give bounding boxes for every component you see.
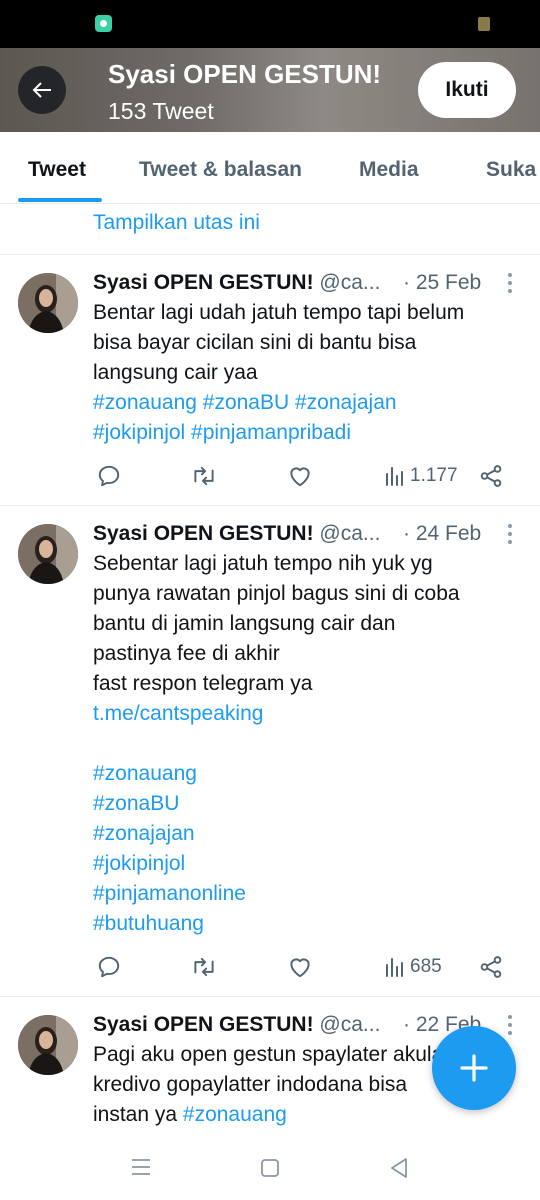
tweet-text-line: punya rawatan pinjol bagus sini di coba — [93, 582, 460, 605]
tweet-date[interactable]: · 24 Feb — [403, 522, 481, 546]
hashtag-link[interactable]: #butuhuang — [93, 909, 523, 939]
retweet-icon — [194, 466, 214, 486]
battery-icon — [478, 17, 490, 31]
tweet-text-line: fast respon telegram ya — [93, 672, 313, 695]
plus-icon — [460, 1054, 488, 1082]
views-icon — [386, 467, 403, 486]
avatar-photo — [18, 1015, 78, 1075]
back-button[interactable] — [18, 66, 66, 114]
retweet-button[interactable] — [190, 462, 218, 490]
views-stat[interactable]: 1.177 — [384, 462, 458, 490]
tweet-text: Bentar lagi udah jatuh tempo tapi belum … — [93, 298, 523, 448]
reply-button[interactable] — [96, 953, 122, 981]
author-name[interactable]: Syasi OPEN GESTUN! — [93, 1013, 314, 1036]
status-bar — [0, 0, 540, 48]
tweet-text-fragment: instan ya — [93, 1103, 183, 1126]
tweet-text: Sebentar lagi jatuh tempo nih yuk yg pun… — [93, 549, 523, 939]
profile-tabs: Tweet Tweet & balasan Media Suka — [0, 132, 540, 204]
hashtag-link[interactable]: #jokipinjol — [93, 849, 523, 879]
avatar[interactable] — [18, 524, 78, 584]
recents-icon[interactable] — [131, 1158, 151, 1176]
author-handle[interactable]: @ca... — [319, 522, 380, 545]
hashtag-link[interactable]: #pinjamanonline — [93, 879, 523, 909]
tweet-text-line: bantu di jamin langsung cair dan — [93, 612, 396, 635]
home-icon[interactable] — [260, 1158, 280, 1178]
follow-button[interactable]: Ikuti — [418, 62, 516, 118]
tweet-actions: 685 — [0, 953, 540, 983]
reply-icon — [98, 465, 120, 487]
retweet-icon — [194, 957, 214, 977]
system-nav-bar — [0, 1140, 540, 1200]
tweet-text-line: bisa bayar cicilan sini di bantu bisa — [93, 331, 417, 354]
profile-header: Syasi OPEN GESTUN! 153 Tweet Ikuti — [0, 48, 540, 132]
heart-icon — [290, 958, 310, 978]
like-button[interactable] — [287, 462, 313, 490]
reply-icon — [98, 956, 120, 978]
share-icon — [480, 956, 502, 978]
tab-tweet-and-replies[interactable]: Tweet & balasan — [139, 158, 302, 182]
tweet-header: Syasi OPEN GESTUN! @ca... · 25 Feb — [93, 271, 481, 295]
share-icon — [480, 465, 502, 487]
like-button[interactable] — [287, 953, 313, 981]
tab-likes[interactable]: Suka — [486, 158, 536, 182]
avatar[interactable] — [18, 1015, 78, 1075]
tweet-count: 153 Tweet — [108, 98, 214, 124]
tweet-text-line: Sebentar lagi jatuh tempo nih yuk yg — [93, 552, 433, 575]
active-tab-indicator — [18, 198, 102, 202]
hashtag-line[interactable]: #jokipinjol #pinjamanpribadi — [93, 418, 523, 448]
telegram-link[interactable]: t.me/cantspeaking — [93, 699, 523, 729]
hashtag-link[interactable]: #zonauang — [183, 1103, 287, 1126]
divider — [0, 996, 540, 997]
share-button[interactable] — [478, 953, 504, 981]
hashtag-link[interactable]: #zonaBU — [93, 789, 523, 819]
tweet-text-line: Bentar lagi udah jatuh tempo tapi belum — [93, 301, 465, 324]
hashtag-line[interactable]: #zonauang #zonaBU #zonajajan — [93, 388, 523, 418]
profile-name: Syasi OPEN GESTUN! — [108, 59, 382, 89]
hashtag-link[interactable]: #zonajajan — [93, 819, 523, 849]
hashtag-link[interactable]: #zonauang — [93, 759, 523, 789]
avatar-photo — [18, 524, 78, 584]
tweet-header: Syasi OPEN GESTUN! @ca... · 22 Feb — [93, 1013, 481, 1037]
arrow-left-icon — [32, 82, 51, 98]
show-thread-link[interactable]: Tampilkan utas ini — [93, 211, 260, 235]
notification-app-icon — [95, 15, 112, 32]
avatar[interactable] — [18, 273, 78, 333]
divider — [0, 254, 540, 255]
views-icon — [386, 958, 403, 977]
system-back-icon[interactable] — [389, 1157, 409, 1179]
tweet-date[interactable]: · 25 Feb — [403, 271, 481, 295]
tweet-text-line: langsung cair yaa — [93, 361, 258, 384]
author-name[interactable]: Syasi OPEN GESTUN! — [93, 271, 314, 294]
author-handle[interactable]: @ca... — [319, 1013, 380, 1036]
tab-media[interactable]: Media — [359, 158, 419, 182]
views-count: 685 — [410, 956, 442, 977]
share-button[interactable] — [478, 462, 504, 490]
more-options-button[interactable] — [502, 273, 518, 295]
compose-tweet-button[interactable] — [432, 1026, 516, 1110]
tweet-text-line: pastinya fee di akhir — [93, 642, 280, 665]
avatar-photo — [18, 273, 78, 333]
author-name[interactable]: Syasi OPEN GESTUN! — [93, 522, 314, 545]
more-options-button[interactable] — [502, 524, 518, 546]
tab-tweet[interactable]: Tweet — [28, 158, 86, 182]
divider — [0, 505, 540, 506]
retweet-button[interactable] — [190, 953, 218, 981]
tweet-actions: 1.177 — [0, 462, 540, 492]
more-options-button[interactable] — [502, 1015, 518, 1037]
views-count: 1.177 — [410, 465, 458, 486]
author-handle[interactable]: @ca... — [319, 271, 380, 294]
heart-icon — [290, 467, 310, 487]
views-stat[interactable]: 685 — [384, 953, 442, 981]
reply-button[interactable] — [96, 462, 122, 490]
tweet-header: Syasi OPEN GESTUN! @ca... · 24 Feb — [93, 522, 481, 546]
